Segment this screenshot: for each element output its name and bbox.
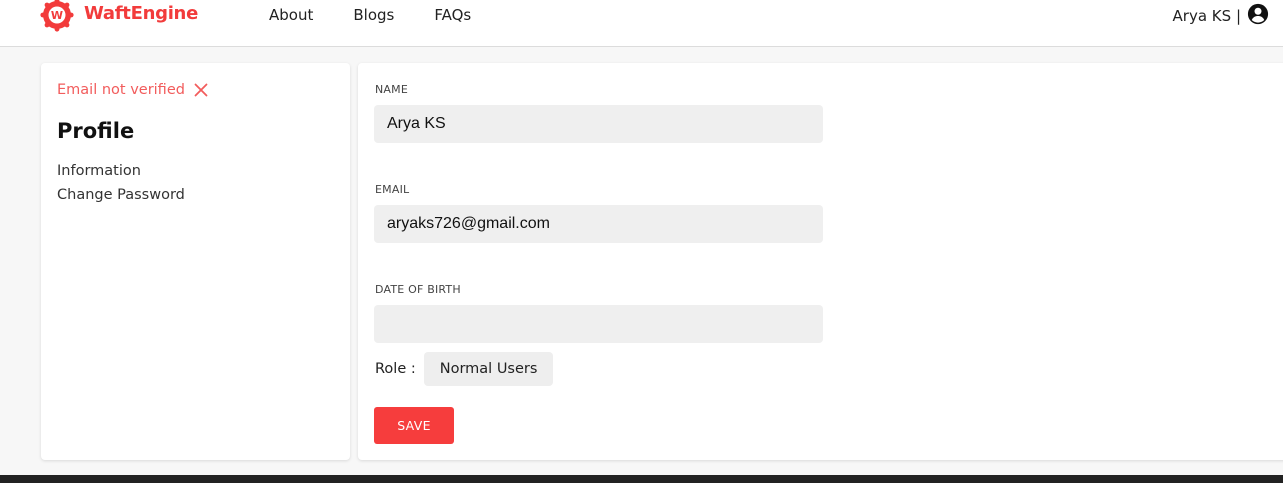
email-verify-status: Email not verified [57,82,209,98]
nav-faqs-link[interactable]: FAQs [434,6,471,24]
email-label: EMAIL [375,183,410,196]
profile-form: NAME EMAIL DATE OF BIRTH Role : Normal U… [358,63,1283,460]
role-label: Role : [375,361,416,377]
waftengine-logo-icon: W [40,0,74,32]
email-field[interactable] [374,205,823,243]
brand-name[interactable]: WaftEngine [84,3,198,24]
sidebar-item-information[interactable]: Information [57,159,185,183]
main-nav: About Blogs FAQs [269,6,511,24]
name-field[interactable] [374,105,823,143]
date-of-birth-field[interactable] [374,305,823,343]
user-name[interactable]: Arya KS | [1173,7,1241,25]
sidebar-item-change-password[interactable]: Change Password [57,183,185,207]
profile-menu: Information Change Password [57,159,185,207]
logo-letter: W [51,9,63,22]
profile-sidebar: Email not verified Profile Information C… [41,63,350,460]
footer-strip [0,475,1283,483]
name-label: NAME [375,83,408,96]
dob-label: DATE OF BIRTH [375,283,461,296]
user-menu[interactable]: Arya KS | [1173,3,1269,25]
verify-status-text: Email not verified [57,82,185,98]
nav-about-link[interactable]: About [269,6,313,24]
account-circle-icon[interactable] [1247,3,1269,25]
brand-logo[interactable]: W WaftEngine [40,0,198,32]
profile-title: Profile [57,119,135,143]
save-button[interactable]: SAVE [374,407,454,444]
top-header: W WaftEngine About Blogs FAQs Arya KS | [0,0,1283,47]
role-badge: Normal Users [423,352,554,386]
role-row: Role : Normal Users [375,352,554,386]
close-icon[interactable] [193,82,209,98]
nav-blogs-link[interactable]: Blogs [353,6,394,24]
